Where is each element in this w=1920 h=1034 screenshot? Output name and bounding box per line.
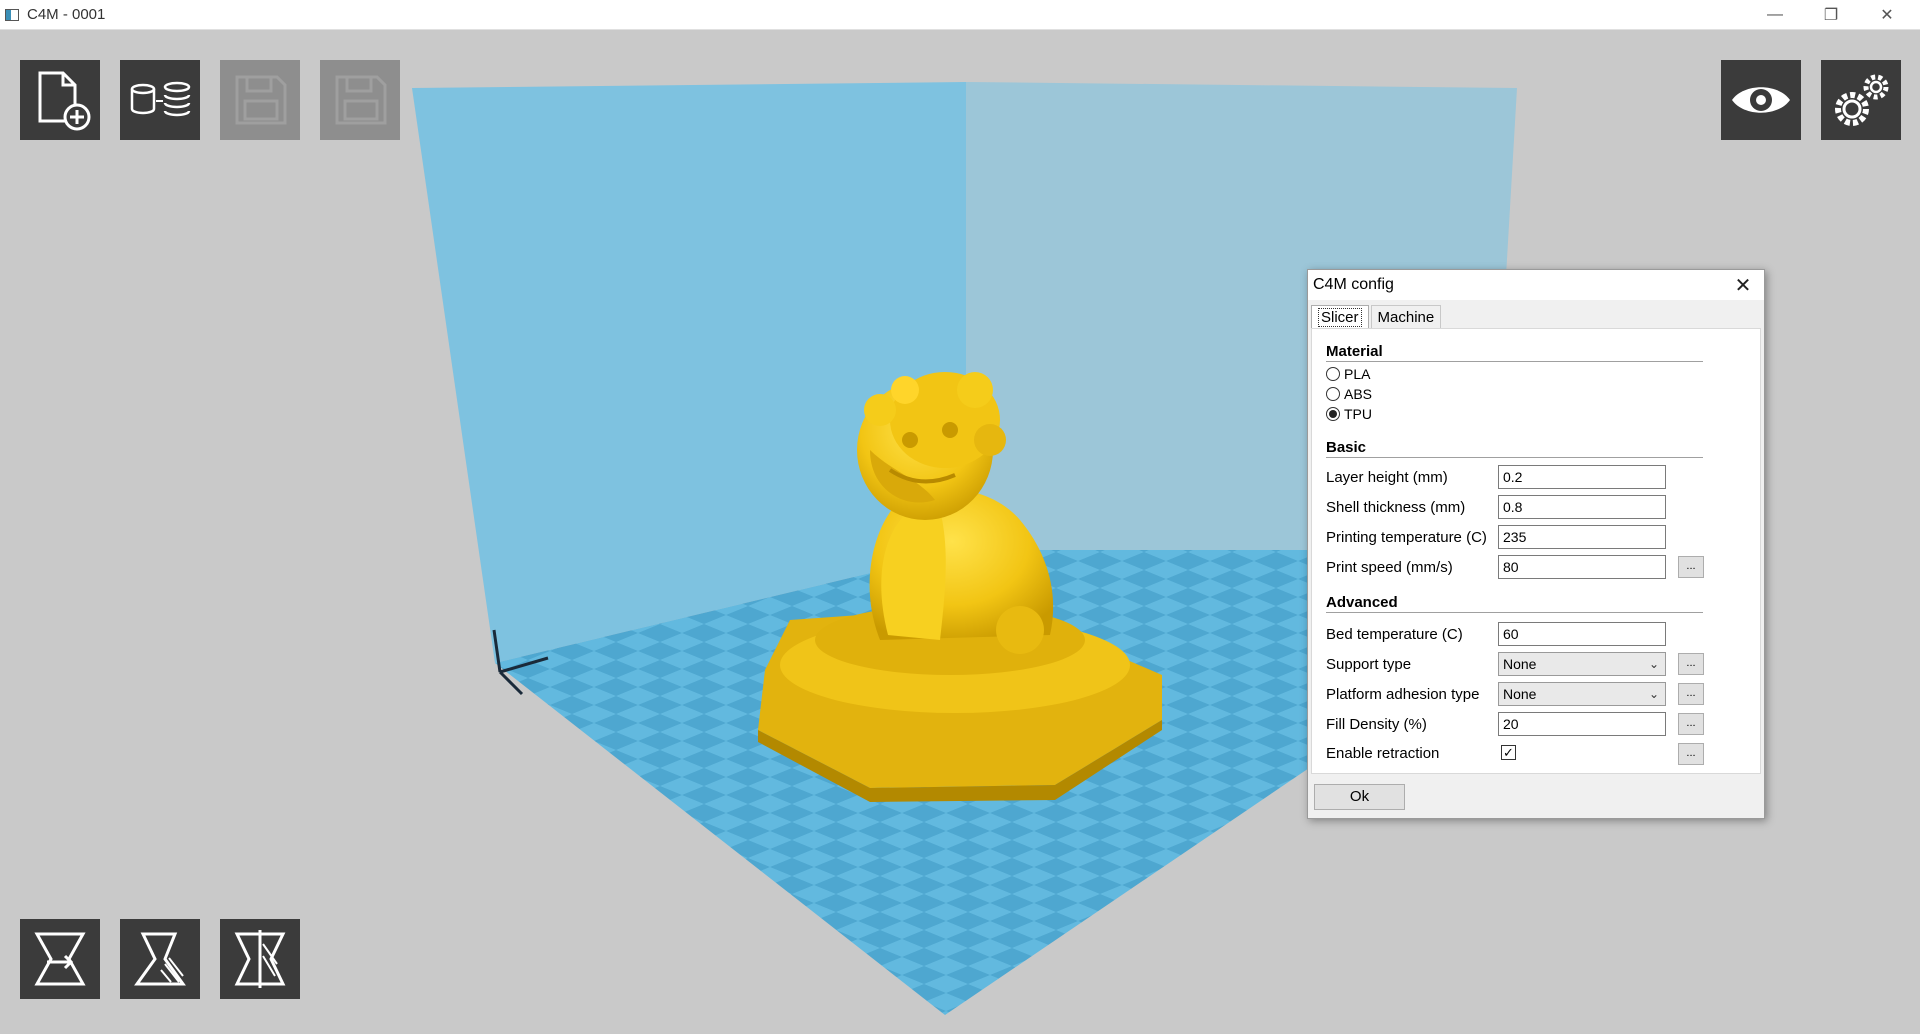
minimize-button[interactable]: — (1752, 0, 1798, 29)
fill-density-label: Fill Density (%) (1326, 716, 1427, 733)
basic-heading: Basic (1326, 439, 1703, 458)
print-speed-label: Print speed (mm/s) (1326, 559, 1453, 576)
radio-tpu-label: TPU (1344, 406, 1372, 422)
database-stack-icon (130, 81, 191, 117)
retraction-more-button[interactable]: ... (1678, 743, 1704, 765)
chevron-down-icon: ⌄ (1648, 687, 1659, 701)
slicer-panel: Material PLA ABS TPU Basic Layer height … (1311, 328, 1761, 774)
bed-temp-label: Bed temperature (C) (1326, 626, 1463, 643)
radio-tpu[interactable]: TPU (1326, 406, 1372, 422)
advanced-heading: Advanced (1326, 594, 1703, 613)
scale-tool-button[interactable] (120, 919, 200, 999)
mirror-icon (234, 930, 286, 988)
radio-abs-label: ABS (1344, 386, 1373, 402)
scale-icon (134, 932, 186, 986)
chevron-down-icon: ⌄ (1648, 657, 1659, 671)
support-type-label: Support type (1326, 656, 1412, 673)
adhesion-type-more-button[interactable]: ... (1678, 683, 1704, 705)
support-type-more-button[interactable]: ... (1678, 653, 1704, 675)
move-icon (34, 932, 86, 986)
dialog-tabs: Slicer Machine (1311, 305, 1443, 329)
support-type-select[interactable]: None ⌄ (1498, 652, 1666, 676)
mirror-tool-button[interactable] (220, 919, 300, 999)
adhesion-type-label: Platform adhesion type (1326, 686, 1480, 703)
print-speed-input[interactable]: 80 (1498, 555, 1666, 579)
config-dialog: C4M config ✕ Slicer Machine Material PLA… (1307, 269, 1765, 819)
radio-tpu-indicator[interactable] (1326, 407, 1340, 421)
dialog-close-button[interactable]: ✕ (1732, 273, 1754, 298)
retraction-label: Enable retraction (1326, 745, 1440, 762)
add-file-button[interactable] (20, 60, 100, 140)
support-type-value: None (1503, 656, 1537, 672)
floppy-disk-icon (235, 75, 287, 125)
window-title: C4M - 0001 (27, 6, 106, 23)
floppy-disk-icon (335, 75, 387, 125)
radio-selected-dot (1329, 410, 1337, 418)
radio-abs-indicator[interactable] (1326, 387, 1340, 401)
radio-pla-indicator[interactable] (1326, 367, 1340, 381)
save-as-button[interactable] (320, 60, 400, 140)
tab-machine[interactable]: Machine (1370, 305, 1442, 328)
title-bar: C4M - 0001 — ❐ ✕ (0, 0, 1920, 30)
add-file-icon (38, 71, 91, 131)
save-button[interactable] (220, 60, 300, 140)
fill-density-more-button[interactable]: ... (1678, 713, 1704, 735)
print-temp-input[interactable]: 235 (1498, 525, 1666, 549)
tab-slicer[interactable]: Slicer (1311, 305, 1369, 329)
radio-pla-label: PLA (1344, 366, 1371, 382)
retraction-checkbox[interactable]: ✓ (1501, 745, 1516, 760)
fill-density-input[interactable]: 20 (1498, 712, 1666, 736)
radio-abs[interactable]: ABS (1326, 386, 1372, 402)
bed-temp-input[interactable]: 60 (1498, 622, 1666, 646)
close-window-button[interactable]: ✕ (1864, 0, 1910, 29)
move-tool-button[interactable] (20, 919, 100, 999)
tab-machine-label: Machine (1377, 308, 1435, 326)
app-icon (5, 8, 19, 21)
dialog-title-bar: C4M config ✕ (1308, 270, 1764, 300)
gears-icon (1835, 74, 1889, 126)
restore-button[interactable]: ❐ (1808, 0, 1854, 29)
preview-button[interactable] (1721, 60, 1801, 140)
layer-height-input[interactable]: 0.2 (1498, 465, 1666, 489)
adhesion-type-select[interactable]: None ⌄ (1498, 682, 1666, 706)
tab-slicer-label: Slicer (1318, 307, 1362, 327)
adhesion-type-value: None (1503, 686, 1537, 702)
layer-height-label: Layer height (mm) (1326, 469, 1448, 486)
print-temp-label: Printing temperature (C) (1326, 529, 1487, 546)
ok-button[interactable]: Ok (1314, 784, 1405, 810)
print-speed-more-button[interactable]: ... (1678, 556, 1704, 578)
eye-icon (1732, 87, 1790, 113)
radio-pla[interactable]: PLA (1326, 366, 1370, 382)
shell-thickness-label: Shell thickness (mm) (1326, 499, 1466, 516)
material-heading: Material (1326, 343, 1703, 362)
shell-thickness-input[interactable]: 0.8 (1498, 495, 1666, 519)
dialog-title: C4M config (1313, 276, 1394, 293)
database-button[interactable] (120, 60, 200, 140)
settings-button[interactable] (1821, 60, 1901, 140)
